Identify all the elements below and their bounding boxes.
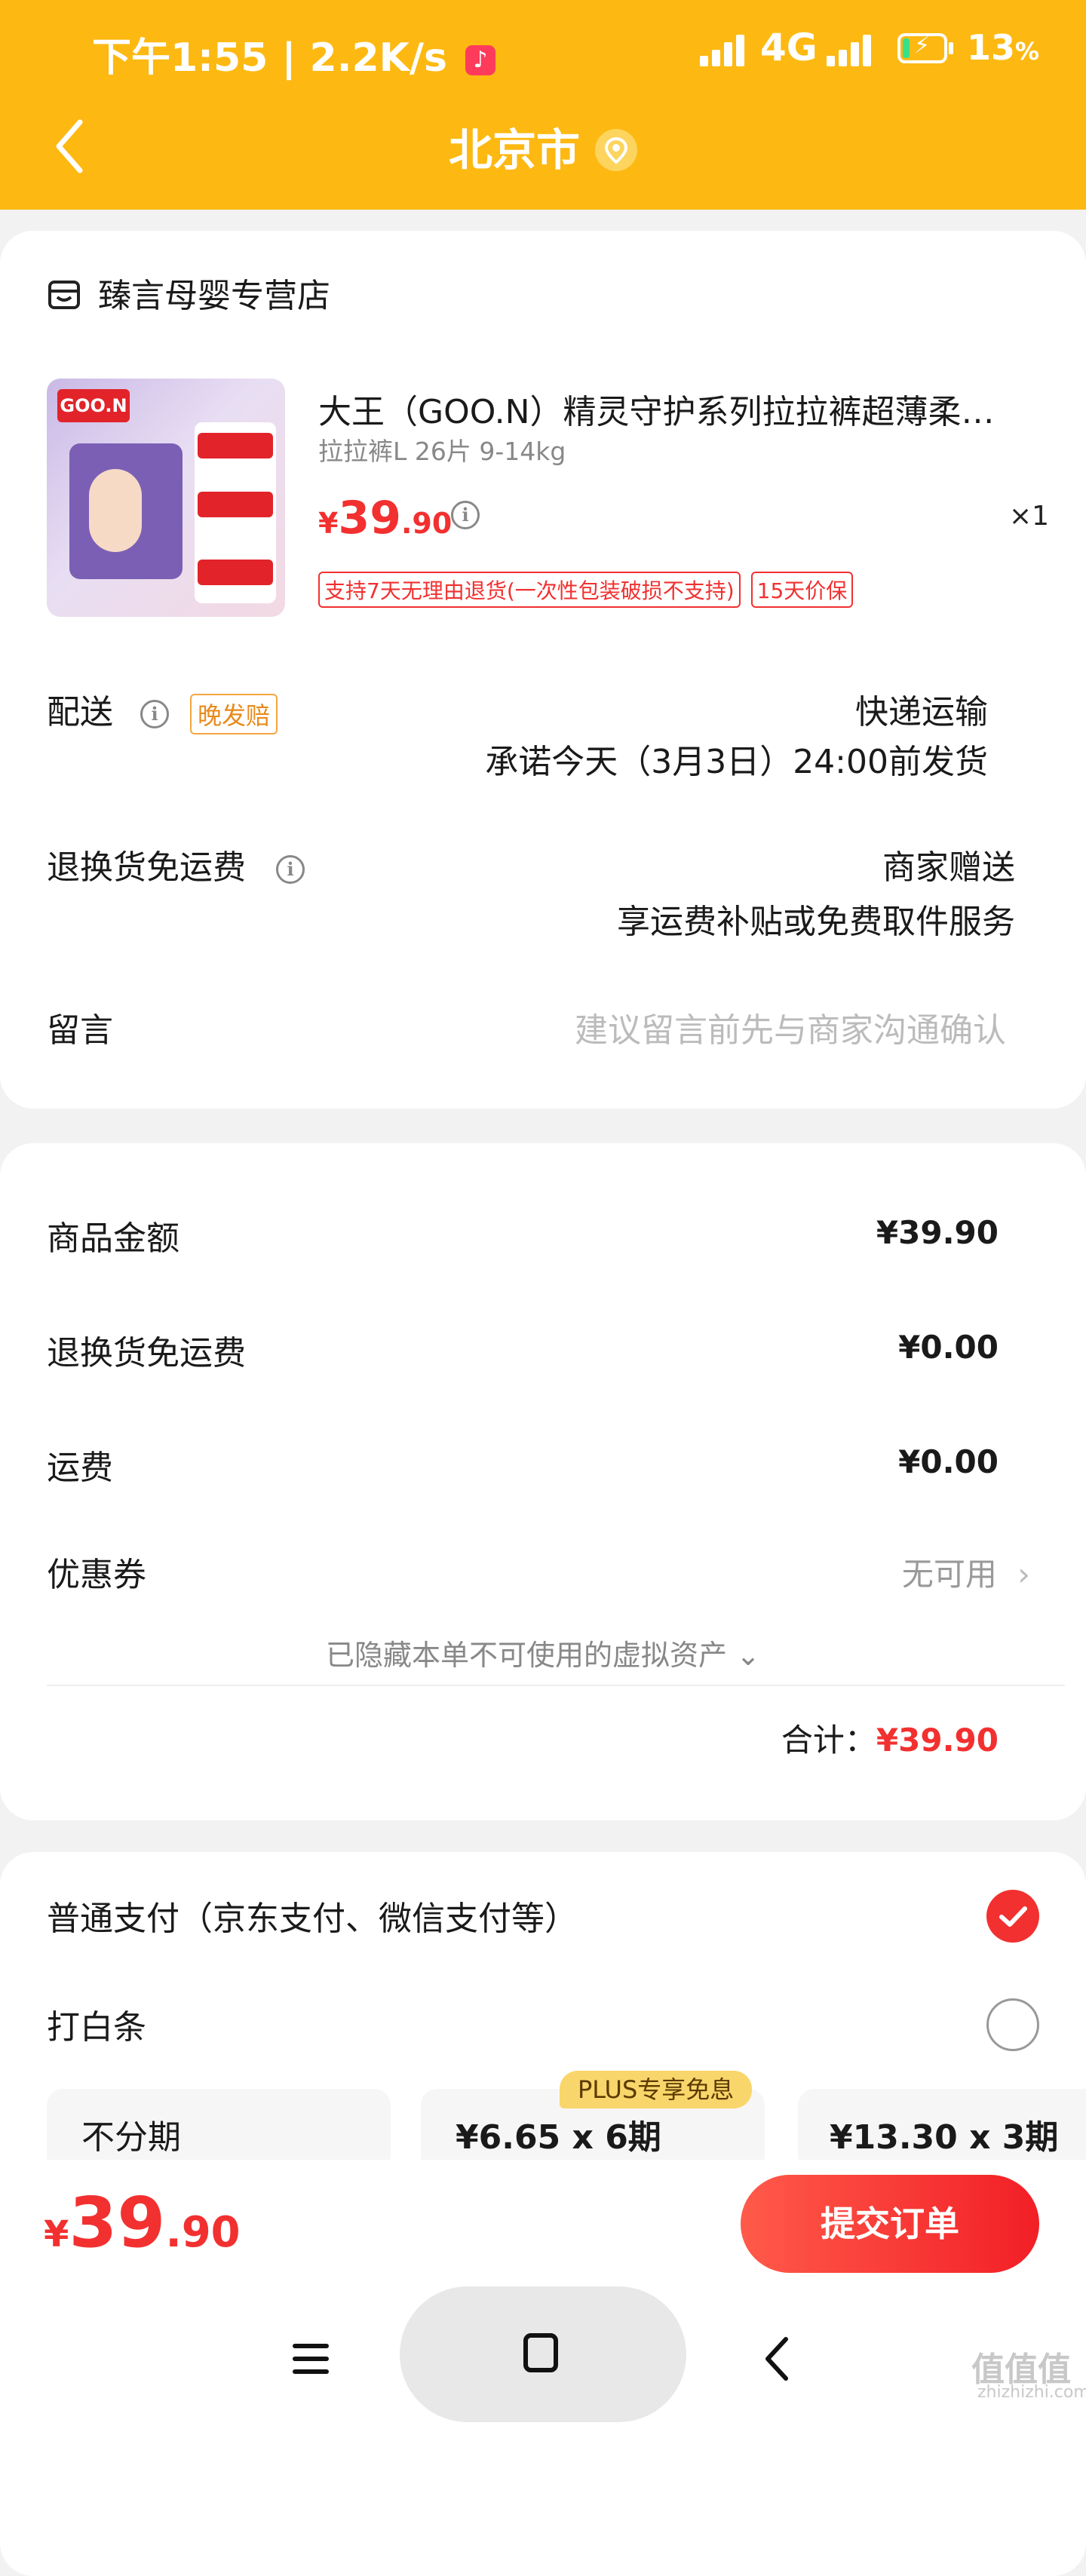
return-shipping-label: 退换货免运费 — [47, 848, 246, 887]
return-shipping-row: 退换货免运费 i — [47, 840, 305, 888]
menu-icon[interactable] — [291, 2339, 330, 2378]
price-info-icon[interactable]: i — [451, 501, 480, 529]
order-item-card: 臻言母婴专营店 GOO.N 大王（GOO.N）精灵守护系列拉拉裤超薄柔… 拉拉裤… — [0, 231, 1086, 1109]
brand-logo: GOO.N — [57, 389, 130, 422]
page-title[interactable]: 北京市 — [0, 115, 1086, 178]
home-button[interactable] — [400, 2286, 686, 2422]
product-price: ¥39.90 — [318, 492, 452, 544]
total-value: ¥39.90 — [876, 1722, 999, 1759]
baby-graphic — [89, 469, 142, 552]
location-pin-icon — [595, 128, 637, 171]
promo-strip-2 — [198, 492, 273, 517]
promo-strip-3 — [198, 560, 273, 585]
total-label: 合计： — [781, 1722, 876, 1759]
home-square-icon — [523, 2333, 558, 2372]
signal-icon-2 — [827, 35, 875, 66]
watermark-url: zhizhizhi.com — [977, 2383, 1086, 2402]
late-compensation-badge: 晚发赔 — [190, 694, 278, 734]
bottom-action-bar: ¥39.90 提交订单 — [0, 2160, 1086, 2422]
product-image[interactable]: GOO.N — [47, 379, 285, 617]
return-fee-label: 退换货免运费 — [47, 1334, 246, 1372]
divider — [47, 1685, 1065, 1686]
status-time-text: 下午1:55 | 2.2K/s — [92, 35, 447, 81]
status-time: 下午1:55 | 2.2K/s ♪ — [92, 26, 496, 82]
coupon-selector[interactable]: 无可用 › — [902, 1549, 1030, 1595]
product-name[interactable]: 大王（GOO.N）精灵守护系列拉拉裤超薄柔… — [318, 385, 1027, 433]
delivery-row[interactable]: 配送 i 晚发赔 — [47, 685, 278, 734]
installment-label: ¥6.65 x 6期 — [456, 2118, 661, 2157]
price-protect-tag: 15天价保 — [750, 572, 854, 608]
chevron-right-icon: › — [1017, 1556, 1030, 1593]
page-title-text: 北京市 — [448, 124, 580, 176]
baitiao-radio[interactable] — [986, 1998, 1039, 2051]
order-total: 合计：¥39.90 — [781, 1715, 999, 1761]
product-quantity: ×1 — [1009, 501, 1050, 532]
normal-payment-option[interactable]: 普通支付（京东支付、微信支付等） — [47, 1891, 578, 1940]
network-type: 4G — [760, 26, 818, 69]
message-input[interactable]: 建议留言前先与商家沟通确认 — [575, 1003, 1006, 1051]
submit-order-button[interactable]: 提交订单 — [741, 2175, 1039, 2273]
coupon-label: 优惠券 — [47, 1556, 146, 1594]
product-spec: 拉拉裤L 26片 9-14kg — [318, 437, 566, 466]
header-bar: 下午1:55 | 2.2K/s ♪ 4G ⚡ 13% 北京市 — [0, 0, 1086, 210]
hidden-assets-text: 已隐藏本单不可使用的虚拟资产 — [326, 1639, 728, 1672]
battery-icon: ⚡ — [897, 32, 947, 63]
system-back-icon[interactable] — [762, 2335, 792, 2383]
chevron-down-icon: ⌄ — [736, 1639, 760, 1672]
message-label: 留言 — [47, 1011, 113, 1050]
signal-icon — [700, 35, 748, 66]
shipping-fee-label: 运费 — [47, 1449, 113, 1487]
delivery-info-icon[interactable]: i — [140, 700, 169, 728]
baitiao-option[interactable]: 打白条 — [47, 2000, 146, 2048]
shipping-fee-value: ¥0.00 — [898, 1443, 999, 1480]
hidden-assets-toggle[interactable]: 已隐藏本单不可使用的虚拟资产 ⌄ — [0, 1632, 1086, 1673]
store-icon — [47, 278, 81, 312]
store-header[interactable]: 臻言母婴专营店 — [47, 268, 330, 317]
installment-label: 不分期 — [81, 2118, 181, 2157]
checkmark-icon — [999, 1906, 1027, 1927]
return-shipping-value: 商家赠送 — [882, 848, 1015, 887]
return-shipping-detail: 享运费补贴或免费取件服务 — [617, 903, 1015, 941]
battery-tip — [949, 42, 953, 54]
promo-strip-1 — [198, 433, 273, 458]
bottom-total-price: ¥39.90 — [44, 2182, 241, 2263]
store-name: 臻言母婴专营店 — [98, 277, 330, 315]
coupon-value: 无可用 — [901, 1556, 997, 1593]
return-fee-value: ¥0.00 — [898, 1329, 999, 1366]
status-bar: 下午1:55 | 2.2K/s ♪ 4G ⚡ 13% — [0, 0, 1086, 98]
return-policy-tag: 支持7天无理由退货(一次性包装破损不支持) — [318, 572, 741, 608]
installment-label: ¥13.30 x 3期 — [830, 2118, 1059, 2157]
service-tags: 支持7天无理由退货(一次性包装破损不支持) 15天价保 — [318, 572, 864, 608]
price-summary-card: 商品金额 ¥39.90 退换货免运费 ¥0.00 运费 ¥0.00 优惠券 无可… — [0, 1143, 1086, 1820]
goods-amount-label: 商品金额 — [47, 1219, 179, 1258]
delivery-label: 配送 — [47, 693, 113, 731]
plus-interest-free-badge: PLUS专享免息 — [560, 2071, 753, 2108]
normal-payment-radio[interactable] — [986, 1890, 1039, 1943]
battery-percent: 13% — [967, 27, 1040, 68]
delivery-method[interactable]: 快递运输 — [855, 685, 988, 733]
music-app-icon: ♪ — [465, 45, 496, 75]
delivery-promise: 承诺今天（3月3日）24:00前发货 — [485, 743, 988, 781]
return-shipping-info-icon[interactable]: i — [276, 855, 305, 884]
goods-amount-value: ¥39.90 — [876, 1214, 999, 1251]
